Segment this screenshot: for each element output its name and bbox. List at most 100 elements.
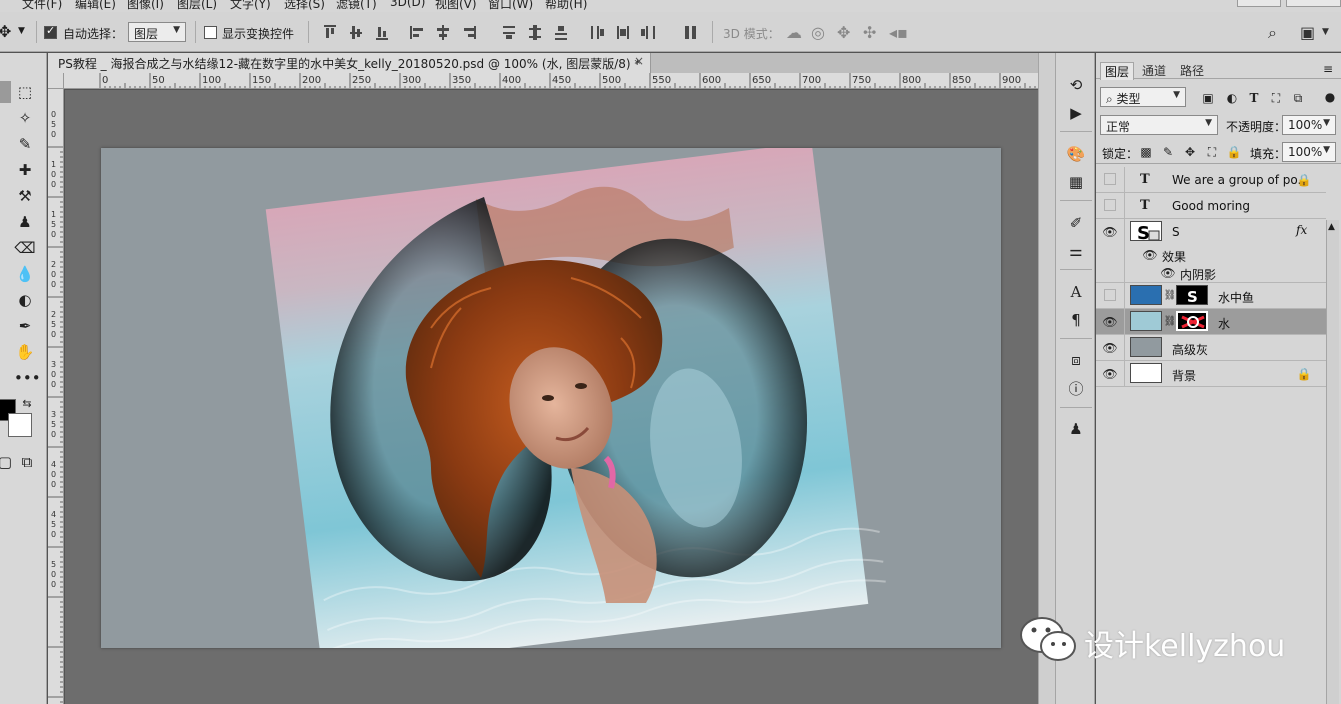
- eye-icon[interactable]: 👁: [1142, 247, 1158, 263]
- 3d-roll-icon[interactable]: ◎: [811, 23, 825, 42]
- maximize-button[interactable]: [1286, 0, 1341, 7]
- magic-wand-tool-icon[interactable]: ✧: [14, 107, 36, 129]
- clone-source-panel-icon[interactable]: ♟: [1066, 419, 1086, 439]
- minimize-button[interactable]: [1237, 0, 1281, 7]
- filter-smart-object-icon[interactable]: ⧉: [1290, 90, 1306, 106]
- layer-row-selected[interactable]: 👁 ⛓ 水: [1096, 309, 1326, 335]
- swatches-panel-icon[interactable]: ▦: [1066, 172, 1086, 192]
- menu-edit[interactable]: 编辑(E): [75, 0, 116, 12]
- auto-select-checkbox[interactable]: [44, 24, 57, 39]
- blur-tool-icon[interactable]: 💧: [14, 263, 36, 285]
- eye-icon[interactable]: 👁: [1160, 265, 1176, 281]
- fx-icon[interactable]: fx: [1296, 223, 1307, 237]
- lock-transparent-icon[interactable]: ▩: [1138, 144, 1154, 160]
- layer-filter-dropdown[interactable]: ⌕ 类型 ▼: [1100, 87, 1186, 107]
- filter-adjustment-icon[interactable]: ◐: [1224, 90, 1240, 106]
- visibility-toggle-off[interactable]: [1104, 173, 1116, 185]
- menu-filter[interactable]: 滤镜(T): [336, 0, 377, 12]
- menu-view[interactable]: 视图(V): [435, 0, 477, 12]
- history-panel-icon[interactable]: ⟲: [1066, 75, 1086, 95]
- pen-tool-icon[interactable]: ✒: [14, 315, 36, 337]
- menu-help[interactable]: 帮助(H): [545, 0, 587, 12]
- eye-icon[interactable]: 👁: [1102, 366, 1118, 382]
- filter-type-icon[interactable]: T: [1246, 90, 1262, 106]
- ruler-origin[interactable]: [48, 73, 64, 89]
- workspace-caret-icon[interactable]: ▼: [1322, 27, 1329, 37]
- info-panel-icon[interactable]: ⓘ: [1066, 379, 1086, 399]
- panel-menu-icon[interactable]: ≡: [1320, 61, 1336, 77]
- vertical-ruler[interactable]: 050100150200250300350400450500: [48, 89, 64, 704]
- swap-colors-icon[interactable]: ⇆: [20, 393, 34, 415]
- character-panel-icon[interactable]: A: [1066, 282, 1086, 302]
- eraser-tool-icon[interactable]: ⌫: [14, 237, 36, 259]
- quick-mask-icon[interactable]: ▢: [0, 451, 16, 473]
- healing-brush-tool-icon[interactable]: ✚: [14, 159, 36, 181]
- hand-tool-icon[interactable]: ✋: [14, 341, 36, 363]
- chevron-up-icon[interactable]: ▲: [1328, 222, 1335, 232]
- menu-layer[interactable]: 图层(L): [177, 0, 217, 12]
- lock-image-icon[interactable]: ✎: [1160, 144, 1176, 160]
- layer-row[interactable]: 👁 高级灰: [1096, 335, 1326, 361]
- close-icon[interactable]: ×: [634, 54, 644, 68]
- layer-row[interactable]: T We are a group of po... 🔒: [1096, 167, 1326, 193]
- canvas-workspace[interactable]: [65, 90, 1038, 704]
- menu-window[interactable]: 窗口(W): [488, 0, 533, 12]
- 3d-panel-icon[interactable]: ⧈: [1066, 350, 1086, 370]
- lock-position-icon[interactable]: ✥: [1182, 144, 1198, 160]
- 3d-pan-icon[interactable]: ✥: [837, 23, 850, 42]
- document-canvas[interactable]: [101, 148, 1001, 648]
- 3d-orbit-icon[interactable]: ☁: [786, 23, 802, 42]
- adjustments-panel-icon[interactable]: ⚌: [1066, 241, 1086, 261]
- eyedropper-tool-icon[interactable]: ✎: [14, 133, 36, 155]
- eye-icon[interactable]: 👁: [1102, 314, 1118, 330]
- menu-select[interactable]: 选择(S): [284, 0, 325, 12]
- show-transform-checkbox[interactable]: [204, 26, 217, 39]
- marquee-tool-icon[interactable]: ⬚: [14, 81, 36, 103]
- lock-all-icon[interactable]: 🔒: [1226, 144, 1242, 160]
- move-tool-icon[interactable]: ✥: [0, 24, 14, 40]
- filter-toggle-icon[interactable]: ●: [1322, 89, 1338, 105]
- layer-mask-thumbnail[interactable]: S: [1176, 285, 1208, 305]
- 3d-slide-icon[interactable]: ✣: [863, 23, 876, 42]
- layer-row[interactable]: T Good moring: [1096, 193, 1326, 219]
- search-icon[interactable]: ⌕: [1268, 23, 1277, 43]
- paragraph-panel-icon[interactable]: ¶: [1066, 310, 1086, 330]
- filter-shape-icon[interactable]: ⛶: [1268, 90, 1284, 106]
- color-panel-icon[interactable]: 🎨: [1066, 144, 1086, 164]
- screen-mode-icon[interactable]: ⧉: [16, 451, 38, 473]
- document-tab[interactable]: PS教程 _ 海报合成之与水结缘12-藏在数字里的水中美女_kelly_2018…: [48, 53, 651, 73]
- workspace-icon[interactable]: ▣: [1300, 23, 1315, 42]
- layer-mask-thumbnail[interactable]: [1176, 311, 1208, 331]
- opacity-field[interactable]: 100% ▼: [1282, 115, 1336, 135]
- filter-pixel-icon[interactable]: ▣: [1200, 90, 1216, 106]
- tab-paths[interactable]: 路径: [1176, 62, 1208, 79]
- tool-preset-caret-icon[interactable]: ▼: [18, 26, 34, 42]
- layers-scrollbar[interactable]: ▲: [1326, 220, 1339, 704]
- menu-file[interactable]: 文件(F): [22, 0, 62, 12]
- more-tools-icon[interactable]: •••: [14, 367, 41, 389]
- actions-panel-icon[interactable]: ▶: [1066, 103, 1086, 123]
- visibility-toggle-off[interactable]: [1104, 199, 1116, 211]
- menu-image[interactable]: 图像(I): [127, 0, 164, 12]
- blend-mode-dropdown[interactable]: 正常 ▼: [1100, 115, 1218, 135]
- clone-stamp-tool-icon[interactable]: ⚒: [14, 185, 36, 207]
- menu-3d[interactable]: 3D(D): [390, 0, 425, 9]
- background-color-swatch[interactable]: [8, 413, 32, 437]
- brush-settings-panel-icon[interactable]: ✐: [1066, 213, 1086, 233]
- menu-type[interactable]: 文字(Y): [230, 0, 271, 12]
- eye-icon[interactable]: 👁: [1102, 224, 1118, 240]
- horizontal-ruler[interactable]: 0 50 100 150 200 250 300 350 400 450 500 550 600 650 7…: [64, 73, 1038, 89]
- eye-icon[interactable]: 👁: [1102, 340, 1118, 356]
- layer-row[interactable]: 👁 背景 🔒: [1096, 361, 1326, 387]
- tab-layers[interactable]: 图层: [1100, 62, 1135, 80]
- stamp-tool-icon[interactable]: ♟: [14, 211, 36, 233]
- auto-select-target-dropdown[interactable]: 图层 ▼: [128, 22, 186, 42]
- layer-row[interactable]: ⛓ S 水中鱼: [1096, 283, 1326, 309]
- lock-artboard-icon[interactable]: ⛶: [1204, 144, 1220, 160]
- layer-row[interactable]: 👁 S S fx 👁 效果 👁 内阴影: [1096, 219, 1326, 283]
- dodge-tool-icon[interactable]: ◐: [14, 289, 36, 311]
- visibility-toggle-off[interactable]: [1104, 289, 1116, 301]
- fill-field[interactable]: 100% ▼: [1282, 142, 1336, 162]
- canvas-vertical-scrollbar[interactable]: [1038, 53, 1055, 704]
- 3d-scale-icon[interactable]: ◂▪: [889, 23, 908, 42]
